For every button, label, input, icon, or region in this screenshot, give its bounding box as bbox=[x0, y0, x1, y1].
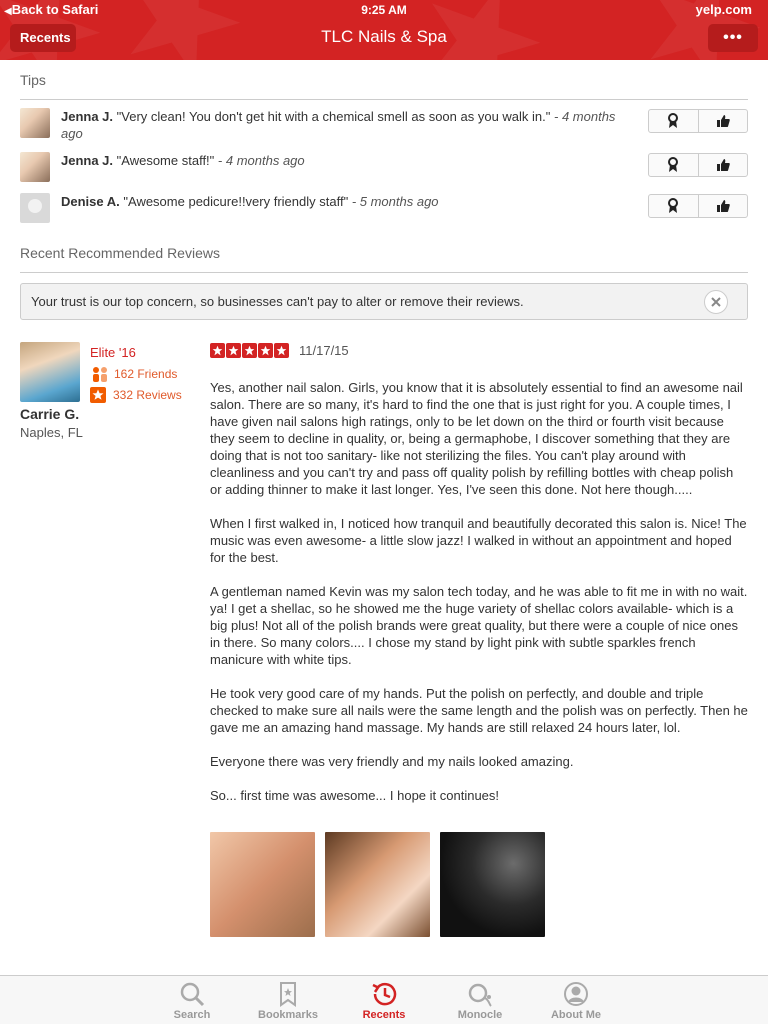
bookmark-icon bbox=[280, 982, 296, 1007]
elite-badge: Elite '16 bbox=[90, 345, 136, 360]
tab-bookmarks[interactable]: Bookmarks bbox=[240, 976, 336, 1024]
trust-notice: Your trust is our top concern, so busine… bbox=[20, 283, 748, 320]
rating-row: 11/17/15 bbox=[210, 342, 748, 358]
compliment-button[interactable] bbox=[649, 110, 699, 132]
tab-monocle[interactable]: Monocle bbox=[432, 976, 528, 1024]
tip-actions bbox=[648, 153, 748, 177]
avatar[interactable] bbox=[20, 193, 50, 223]
star-icon bbox=[242, 342, 257, 358]
ribbon-icon bbox=[668, 113, 679, 128]
compliment-button[interactable] bbox=[649, 195, 699, 217]
reviewer-info: Elite '16 162 Friends 332 Reviews Carrie… bbox=[20, 342, 200, 440]
tip-text: "Awesome staff!" bbox=[116, 153, 215, 168]
friends-icon bbox=[93, 366, 107, 382]
star-icon bbox=[258, 342, 273, 358]
tip-text: "Very clean! You don't get hit with a ch… bbox=[116, 109, 551, 124]
reviews-heading: Recent Recommended Reviews bbox=[20, 233, 748, 273]
trust-notice-text: Your trust is our top concern, so busine… bbox=[31, 294, 524, 309]
thumbs-up-icon bbox=[716, 159, 730, 171]
monocle-icon bbox=[468, 983, 492, 1007]
star-icon bbox=[210, 342, 225, 358]
review-body: 11/17/15 Yes, another nail salon. Girls,… bbox=[210, 342, 748, 937]
tip-author[interactable]: Jenna J. bbox=[61, 153, 113, 168]
tips-heading: Tips bbox=[20, 60, 748, 100]
status-time: 9:25 AM bbox=[361, 3, 407, 17]
reviewer-location: Naples, FL bbox=[20, 425, 83, 440]
tip-actions bbox=[648, 194, 748, 218]
tab-search[interactable]: Search bbox=[144, 976, 240, 1024]
tip-actions bbox=[648, 109, 748, 133]
avatar[interactable] bbox=[20, 152, 50, 182]
close-notice-button[interactable] bbox=[704, 290, 728, 314]
tip-author[interactable]: Jenna J. bbox=[61, 109, 113, 124]
reviewer-name[interactable]: Carrie G. bbox=[20, 406, 200, 422]
close-icon bbox=[711, 297, 721, 307]
ribbon-icon bbox=[668, 157, 679, 172]
status-bar: ◀Back to Safari 9:25 AM yelp.com bbox=[0, 0, 768, 20]
like-button[interactable] bbox=[699, 195, 748, 217]
main-content: Tips Jenna J. "Very clean! You don't get… bbox=[20, 60, 748, 937]
tab-about-me[interactable]: About Me bbox=[528, 976, 624, 1024]
tab-recents[interactable]: Recents bbox=[336, 976, 432, 1024]
user-profile-icon bbox=[564, 982, 588, 1006]
review-paragraph: A gentleman named Kevin was my salon tec… bbox=[210, 584, 748, 667]
tip-item: Denise A. "Awesome pedicure!!very friend… bbox=[20, 193, 748, 237]
review-photo[interactable] bbox=[325, 832, 430, 937]
review-photos bbox=[210, 832, 748, 937]
avatar[interactable] bbox=[20, 108, 50, 138]
review-paragraph: Yes, another nail salon. Girls, you know… bbox=[210, 380, 743, 497]
tip-item: Jenna J. "Awesome staff!" - 4 months ago bbox=[20, 152, 748, 193]
tip-author[interactable]: Denise A. bbox=[61, 194, 120, 209]
recents-clock-icon bbox=[372, 982, 397, 1006]
compliment-button[interactable] bbox=[649, 154, 699, 176]
review-card: Elite '16 162 Friends 332 Reviews Carrie… bbox=[20, 342, 748, 937]
review-paragraph: He took very good care of my hands. Put … bbox=[210, 686, 748, 735]
star-icon bbox=[274, 342, 289, 358]
review-date: 11/17/15 bbox=[299, 342, 349, 358]
star-rating bbox=[210, 342, 290, 358]
like-button[interactable] bbox=[699, 154, 748, 176]
ribbon-icon bbox=[668, 198, 679, 213]
tip-item: Jenna J. "Very clean! You don't get hit … bbox=[20, 108, 748, 152]
nav-header: ◀Back to Safari 9:25 AM yelp.com Recents… bbox=[0, 0, 768, 60]
status-domain: yelp.com bbox=[695, 2, 752, 17]
review-paragraph: Everyone there was very friendly and my … bbox=[210, 754, 574, 769]
search-icon bbox=[180, 982, 205, 1007]
review-star-icon bbox=[90, 386, 106, 403]
review-paragraph: When I first walked in, I noticed how tr… bbox=[210, 516, 747, 565]
page-title: TLC Nails & Spa bbox=[321, 27, 447, 46]
friends-count: 162 Friends bbox=[90, 363, 182, 384]
tip-text: "Awesome pedicure!!very friendly staff" bbox=[123, 194, 349, 209]
tab-bar: Search Bookmarks Recents Monocle About M… bbox=[0, 975, 768, 1024]
like-button[interactable] bbox=[699, 110, 748, 132]
more-options-button[interactable]: ••• bbox=[708, 24, 758, 52]
review-photo[interactable] bbox=[440, 832, 545, 937]
thumbs-up-icon bbox=[716, 200, 730, 212]
review-paragraph: So... first time was awesome... I hope i… bbox=[210, 788, 500, 803]
star-icon bbox=[226, 342, 241, 358]
thumbs-up-icon bbox=[716, 115, 730, 127]
tip-time: - 5 months ago bbox=[351, 194, 439, 209]
tip-time: - 4 months ago bbox=[217, 153, 305, 168]
reviews-count: 332 Reviews bbox=[90, 384, 182, 405]
review-photo[interactable] bbox=[210, 832, 315, 937]
avatar[interactable] bbox=[20, 342, 80, 402]
